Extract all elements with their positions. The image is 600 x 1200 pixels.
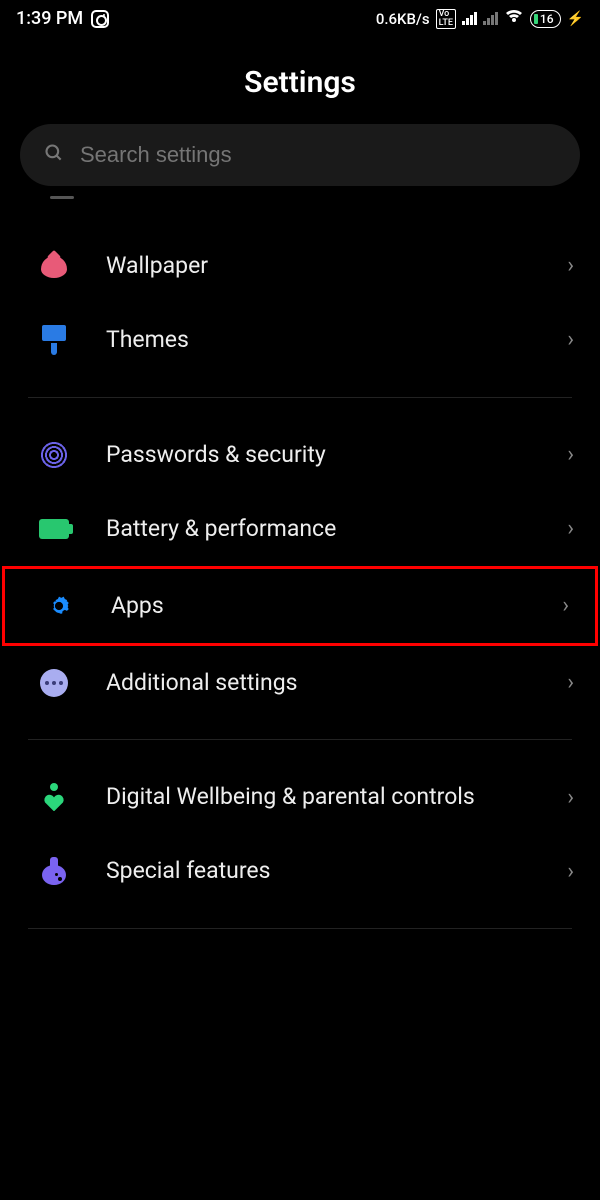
status-net-speed: 0.6KB/s xyxy=(376,10,430,28)
settings-item-wallpaper[interactable]: Wallpaper › xyxy=(0,229,600,303)
settings-list: Wallpaper › Themes › Passwords & securit… xyxy=(0,196,600,929)
search-input[interactable] xyxy=(80,142,556,168)
page-title: Settings xyxy=(0,37,600,124)
settings-item-wellbeing[interactable]: Digital Wellbeing & parental controls › xyxy=(0,760,600,834)
chevron-right-icon: › xyxy=(567,442,574,467)
chevron-right-icon: › xyxy=(567,253,574,278)
flask-icon xyxy=(42,857,66,885)
divider xyxy=(28,928,572,929)
settings-item-apps[interactable]: Apps › xyxy=(2,566,598,646)
settings-item-additional[interactable]: Additional settings › xyxy=(0,646,600,720)
fingerprint-icon xyxy=(40,441,68,469)
settings-item-label: Wallpaper xyxy=(106,251,533,281)
divider xyxy=(28,397,572,398)
brush-icon xyxy=(42,325,66,355)
settings-item-label: Battery & performance xyxy=(106,514,533,544)
search-box[interactable] xyxy=(20,124,580,186)
chevron-right-icon: › xyxy=(567,516,574,541)
chevron-right-icon: › xyxy=(567,327,574,352)
charging-icon: ⚡ xyxy=(567,11,584,27)
chevron-right-icon: › xyxy=(562,593,569,618)
search-icon xyxy=(44,143,64,168)
dots-icon xyxy=(40,669,68,697)
instagram-notif-icon xyxy=(91,10,109,28)
divider xyxy=(28,739,572,740)
chevron-right-icon: › xyxy=(567,859,574,884)
status-bar: 1:39 PM 0.6KB/s VoLTE 16 ⚡ xyxy=(0,0,600,37)
settings-item-label: Themes xyxy=(106,325,533,355)
status-time: 1:39 PM xyxy=(16,8,83,29)
signal-icon xyxy=(462,12,477,25)
settings-item-special[interactable]: Special features › xyxy=(0,834,600,908)
settings-item-label: Special features xyxy=(106,856,533,886)
tulip-icon xyxy=(41,252,67,280)
gear-icon xyxy=(45,592,73,620)
settings-item-label: Passwords & security xyxy=(106,440,533,470)
volte-icon: VoLTE xyxy=(436,9,456,29)
settings-item-battery[interactable]: Battery & performance › xyxy=(0,492,600,566)
settings-item-passwords[interactable]: Passwords & security › xyxy=(0,418,600,492)
chevron-right-icon: › xyxy=(567,670,574,695)
settings-item-label: Digital Wellbeing & parental controls xyxy=(106,782,533,812)
chevron-right-icon: › xyxy=(567,785,574,810)
settings-item-label: Apps xyxy=(111,591,528,621)
wifi-icon xyxy=(504,8,524,29)
signal-icon-sim2 xyxy=(483,12,498,25)
heart-icon xyxy=(40,783,68,811)
settings-item-label: Additional settings xyxy=(106,668,533,698)
battery-indicator: 16 xyxy=(530,10,561,28)
battery-icon xyxy=(39,519,69,539)
partial-item xyxy=(50,196,74,199)
settings-item-themes[interactable]: Themes › xyxy=(0,303,600,377)
